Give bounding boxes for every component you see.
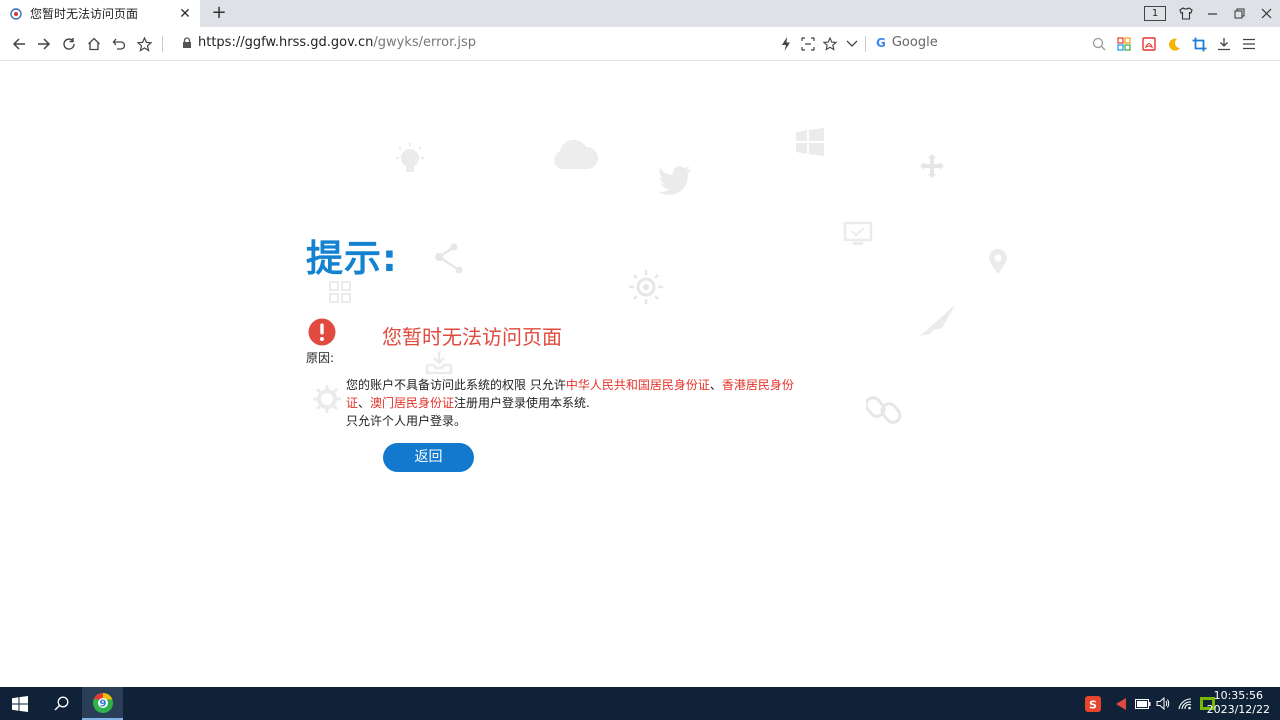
extension-tools	[1087, 32, 1262, 56]
reason-text-part: 您的账户不具备访问此系统的权限 只允许	[346, 378, 566, 392]
search-box[interactable]: G Google	[876, 35, 938, 50]
browser-toolbar: https://ggfw.hrss.gd.gov.cn/gwyks/error.…	[0, 27, 1280, 61]
reason-label: 原因:	[306, 351, 335, 365]
svg-text:S: S	[1089, 698, 1097, 711]
taskbar-browser-app[interactable]: 9	[82, 687, 123, 720]
reason-text: 您的账户不具备访问此系统的权限 只允许中华人民共和国居民身份证、香港居民身份证、…	[346, 376, 796, 430]
cloud-icon	[554, 139, 598, 169]
toolbar-divider	[162, 36, 163, 52]
search-engine-label: Google	[891, 35, 938, 50]
battery-icon[interactable]	[1132, 687, 1154, 720]
google-icon: G	[876, 35, 886, 50]
tab-close-icon[interactable]: ✕	[178, 7, 192, 21]
ime-sogou-icon[interactable]: S	[1082, 687, 1104, 720]
search-icon	[54, 696, 68, 711]
grid-icon	[329, 281, 351, 303]
tab-count-badge[interactable]: 1	[1144, 6, 1166, 21]
favorite-star-icon[interactable]	[820, 32, 840, 56]
apps-grid-icon[interactable]	[1112, 32, 1136, 56]
move-arrows-icon	[920, 154, 944, 178]
start-button[interactable]	[0, 687, 40, 720]
address-bar[interactable]: https://ggfw.hrss.gd.gov.cn/gwyks/error.…	[182, 35, 476, 50]
bookmark-star-icon[interactable]	[132, 32, 156, 56]
page-heading: 提示:	[306, 237, 398, 280]
skin-icon[interactable]	[1172, 0, 1199, 27]
back-button[interactable]: 返回	[383, 443, 474, 472]
wifi-icon[interactable]	[1174, 687, 1196, 720]
taskbar: 9 S 10:35:56 2023/12/22	[0, 687, 1280, 720]
reason-text-part: 注册用户登录使用本系统.	[454, 396, 590, 410]
reload-icon[interactable]	[57, 32, 81, 56]
browser-app-icon: 9	[92, 692, 113, 713]
reason-separator: 、	[709, 378, 722, 392]
download-icon[interactable]	[1212, 32, 1236, 56]
sun-gear-icon	[629, 270, 663, 304]
address-tools	[776, 32, 864, 56]
windows-start-icon	[12, 695, 28, 712]
url-path: /gwyks/error.jsp	[373, 35, 477, 50]
inbox-download-icon	[425, 352, 453, 375]
clock-time: 10:35:56	[1213, 689, 1263, 702]
site-favicon-icon	[10, 7, 22, 20]
twitter-bird-icon	[658, 166, 691, 195]
new-tab-button[interactable]: +	[208, 3, 230, 25]
id-type-macau: 澳门居民身份证	[370, 396, 455, 410]
chevron-down-icon[interactable]	[842, 32, 862, 56]
menu-icon[interactable]	[1237, 32, 1261, 56]
lightbulb-icon	[396, 143, 424, 172]
undo-close-icon[interactable]	[107, 32, 131, 56]
close-window-button[interactable]	[1253, 0, 1280, 27]
forward-icon[interactable]	[32, 32, 56, 56]
toolbar-divider	[865, 36, 866, 52]
home-icon[interactable]	[82, 32, 106, 56]
url-host: https://ggfw.hrss.gd.gov.cn	[198, 35, 374, 50]
taskbar-search-button[interactable]	[42, 687, 80, 720]
page-content: 提示: 您暂时无法访问页面 原因: 您的账户不具备访问此系统的权限 只允许中华人…	[0, 61, 1280, 687]
crop-icon[interactable]	[1187, 32, 1211, 56]
id-type-mainland: 中华人民共和国居民身份证	[565, 378, 710, 392]
share-nodes-icon	[435, 243, 463, 274]
monitor-icon	[843, 221, 873, 245]
back-icon[interactable]	[7, 32, 31, 56]
clock-date: 2023/12/22	[1206, 703, 1270, 716]
tab-title: 您暂时无法访问页面	[30, 7, 139, 21]
search-icon[interactable]	[1087, 32, 1111, 56]
chain-link-icon	[866, 396, 902, 424]
svg-text:9: 9	[99, 698, 106, 709]
restore-button[interactable]	[1226, 0, 1253, 27]
tray-notification-icon[interactable]	[1110, 687, 1132, 720]
minimize-button[interactable]	[1199, 0, 1226, 27]
night-mode-icon[interactable]	[1162, 32, 1186, 56]
window-controls: 1	[1144, 0, 1280, 27]
taskbar-clock[interactable]: 10:35:56 2023/12/22	[1207, 689, 1270, 717]
reason-separator: 、	[358, 396, 371, 410]
screenshot-icon[interactable]	[798, 32, 818, 56]
tab-strip: 您暂时无法访问页面 ✕ + 1	[0, 0, 1280, 27]
paper-plane-icon	[920, 305, 955, 336]
windows-logo-icon	[796, 128, 824, 156]
error-title: 您暂时无法访问页面	[382, 325, 562, 349]
lock-icon	[182, 36, 192, 49]
lightning-icon[interactable]	[776, 32, 796, 56]
error-exclamation-icon	[308, 318, 336, 346]
browser-tab[interactable]: 您暂时无法访问页面 ✕	[0, 0, 200, 27]
pdf-icon[interactable]	[1137, 32, 1161, 56]
volume-icon[interactable]	[1152, 687, 1174, 720]
map-pin-icon	[989, 249, 1007, 274]
settings-gear-icon	[313, 385, 341, 413]
reason-text-line2: 只允许个人用户登录。	[346, 414, 467, 428]
